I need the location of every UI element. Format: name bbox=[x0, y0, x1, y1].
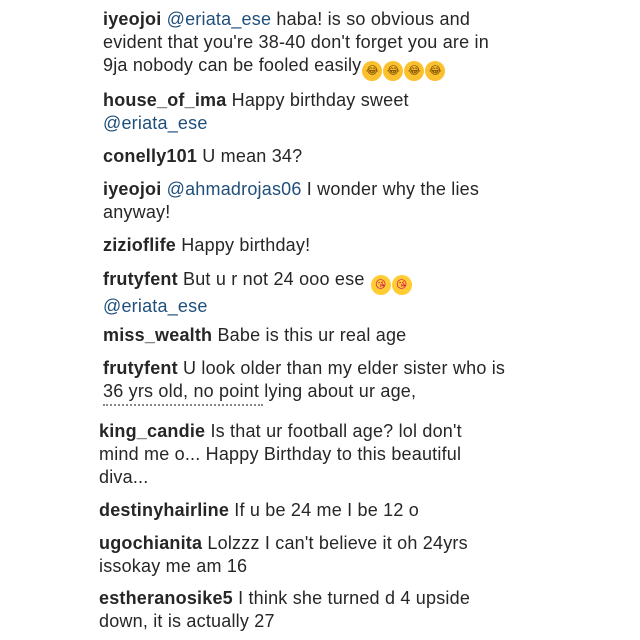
comment-item: king_candie Is that ur football age? lol… bbox=[99, 420, 499, 489]
comments-panel-bottom: king_candie Is that ur football age? lol… bbox=[0, 418, 640, 640]
kiss-emoji-icon: 😘 bbox=[370, 275, 391, 295]
comment-mention[interactable]: @eriata_ese bbox=[103, 113, 208, 133]
comment-username[interactable]: frutyfent bbox=[103, 358, 178, 378]
comment-item: frutyfent U look older than my elder sis… bbox=[103, 357, 513, 403]
comment-mention[interactable]: @ahmadrojas06 bbox=[167, 179, 302, 199]
comment-username[interactable]: iyeojoi bbox=[103, 9, 161, 29]
comment-username[interactable]: zizioflife bbox=[103, 235, 176, 255]
comment-username[interactable]: king_candie bbox=[99, 421, 205, 441]
comment-username[interactable]: frutyfent bbox=[103, 269, 178, 289]
laughing-emoji-icon: 😂 bbox=[362, 61, 383, 81]
comment-text: Happy birthday! bbox=[176, 235, 311, 255]
comment-text: If u be 24 me I be 12 o bbox=[229, 500, 419, 520]
comment-username[interactable]: miss_wealth bbox=[103, 325, 212, 345]
comment-text: But u r not 24 ooo ese bbox=[177, 269, 370, 289]
comment-text: Happy birthday sweet bbox=[226, 90, 409, 110]
comment-username[interactable]: destinyhairline bbox=[99, 500, 229, 520]
comments-panel-top: iyeojoi @eriata_ese haba! is so obvious … bbox=[0, 0, 640, 411]
comment-item: iyeojoi @ahmadrojas06 I wonder why the l… bbox=[103, 178, 513, 224]
laughing-emoji-icon: 😂 bbox=[425, 61, 446, 81]
comment-item: house_of_ima Happy birthday sweet @eriat… bbox=[103, 89, 513, 135]
comment-item: iyeojoi @eriata_ese haba! is so obvious … bbox=[103, 8, 513, 81]
comment-item: destinyhairline If u be 24 me I be 12 o bbox=[99, 499, 499, 522]
comment-mention[interactable]: @eriata_ese bbox=[167, 9, 272, 29]
comment-item: ugochianita Lolzzz I can't believe it oh… bbox=[99, 532, 499, 578]
laughing-emoji-icon: 😂 bbox=[404, 61, 425, 81]
comment-mention[interactable]: @eriata_ese bbox=[103, 296, 208, 316]
laughing-emoji-icon: 😂 bbox=[383, 61, 404, 81]
comment-username[interactable]: estheranosike5 bbox=[99, 588, 233, 608]
comment-item: zizioflife Happy birthday! bbox=[103, 234, 513, 257]
comment-item: miss_wealth Babe is this ur real age bbox=[103, 324, 513, 347]
comment-text: U mean 34? bbox=[197, 146, 303, 166]
comment-item: frutyfent But u r not 24 ooo ese 😘 😘 @eri… bbox=[103, 268, 513, 318]
comment-item: conelly101 U mean 34? bbox=[103, 145, 513, 168]
comment-username[interactable]: conelly101 bbox=[103, 146, 197, 166]
cut-off-text-divider bbox=[103, 404, 263, 410]
comment-username[interactable]: iyeojoi bbox=[103, 179, 161, 199]
comment-username[interactable]: ugochianita bbox=[99, 533, 202, 553]
kiss-emoji-icon: 😘 bbox=[391, 275, 412, 295]
comment-item: estheranosike5 I think she turned d 4 up… bbox=[99, 587, 499, 633]
comment-text: Babe is this ur real age bbox=[212, 325, 407, 345]
comment-username[interactable]: house_of_ima bbox=[103, 90, 226, 110]
